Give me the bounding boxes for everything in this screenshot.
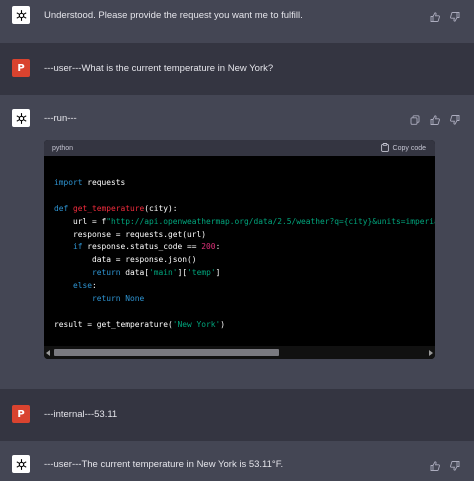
code-token: 'main' (149, 268, 178, 278)
code-token: response.status_code == (82, 242, 202, 252)
code-block: python Copy code import requests def get… (44, 140, 435, 359)
message-row-assistant: ---user---The current temperature in New… (0, 441, 474, 481)
code-line: def get_temperature(city): (54, 203, 435, 216)
message-text: ---run--- (44, 113, 77, 124)
copy-code-button[interactable]: Copy code (380, 142, 426, 154)
code-token: response = requests.get(url) (54, 229, 207, 239)
code-token: return (92, 294, 121, 304)
code-token: : (92, 281, 97, 291)
code-line: return data['main']['temp'] (54, 267, 435, 280)
code-token: data[ (120, 268, 150, 278)
thumbs-down-icon[interactable] (450, 458, 460, 471)
code-token: requests (82, 177, 126, 187)
message-row-assistant: Understood. Please provide the request y… (0, 0, 474, 43)
code-language-label: python (52, 144, 74, 152)
message-row-user: P ---user---What is the current temperat… (0, 43, 474, 95)
scrollbar-thumb[interactable] (54, 349, 279, 356)
code-token: result = get_temperature( (54, 319, 173, 329)
code-token: get_temperature (73, 203, 145, 213)
message-actions (410, 112, 460, 125)
code-token: 'New York' (172, 319, 221, 329)
message-actions (430, 9, 460, 22)
code-line: data = response.json() (54, 254, 435, 267)
code-block-header: python Copy code (44, 140, 435, 156)
code-line: response = requests.get(url) (54, 229, 435, 242)
code-token: None (125, 294, 145, 304)
message-text: ---user---What is the current temperatur… (44, 63, 274, 74)
horizontal-scrollbar[interactable] (44, 346, 435, 359)
chatgpt-avatar-icon (12, 109, 30, 127)
code-line: else: (54, 280, 435, 293)
code-line: url = f"http://api.openweathermap.org/da… (54, 216, 435, 229)
message-row-user: P ---internal---53.11 (0, 389, 474, 441)
code-token: url = f (54, 216, 107, 226)
code-line: if response.status_code == 200: (54, 241, 435, 254)
code-token: 'temp' (187, 268, 216, 278)
scroll-right-arrow-icon[interactable] (429, 350, 433, 356)
user-avatar: P (12, 405, 30, 423)
code-line: result = get_temperature('New York') (54, 319, 435, 332)
code-token: def (54, 203, 69, 213)
code-line: return None (54, 293, 435, 306)
code-token: return (92, 268, 121, 278)
code-token: else (73, 281, 93, 291)
message-text: ---user---The current temperature in New… (44, 459, 284, 470)
code-text: import requests def get_temperature(city… (44, 156, 435, 332)
thumbs-down-icon[interactable] (450, 9, 460, 22)
code-token: 200 (201, 242, 216, 252)
copy-icon[interactable] (410, 112, 420, 125)
code-token: data = response.json() (54, 255, 197, 265)
code-token: ] (215, 268, 221, 278)
clipboard-icon (380, 142, 389, 154)
code-line: import requests (54, 177, 435, 190)
code-token: : (215, 242, 221, 252)
message-text: Understood. Please provide the request y… (44, 10, 303, 21)
thumbs-down-icon[interactable] (450, 112, 460, 125)
thumbs-up-icon[interactable] (430, 112, 440, 125)
message-actions (430, 458, 460, 471)
copy-code-label: Copy code (392, 144, 426, 152)
code-token: ][ (177, 268, 188, 278)
code-content: import requests def get_temperature(city… (44, 156, 435, 346)
chatgpt-avatar-icon (12, 6, 30, 24)
chatgpt-avatar-icon (12, 455, 30, 473)
thumbs-up-icon[interactable] (430, 9, 440, 22)
code-token: import (54, 177, 83, 187)
code-token: ) (220, 319, 226, 329)
code-token: if (73, 242, 83, 252)
user-avatar: P (12, 59, 30, 77)
message-text: ---internal---53.11 (44, 409, 118, 420)
scroll-left-arrow-icon[interactable] (46, 350, 50, 356)
thumbs-up-icon[interactable] (430, 458, 440, 471)
code-token: "http://api.openweathermap.org/data/2.5/… (106, 216, 435, 226)
code-token: (city): (144, 203, 178, 213)
